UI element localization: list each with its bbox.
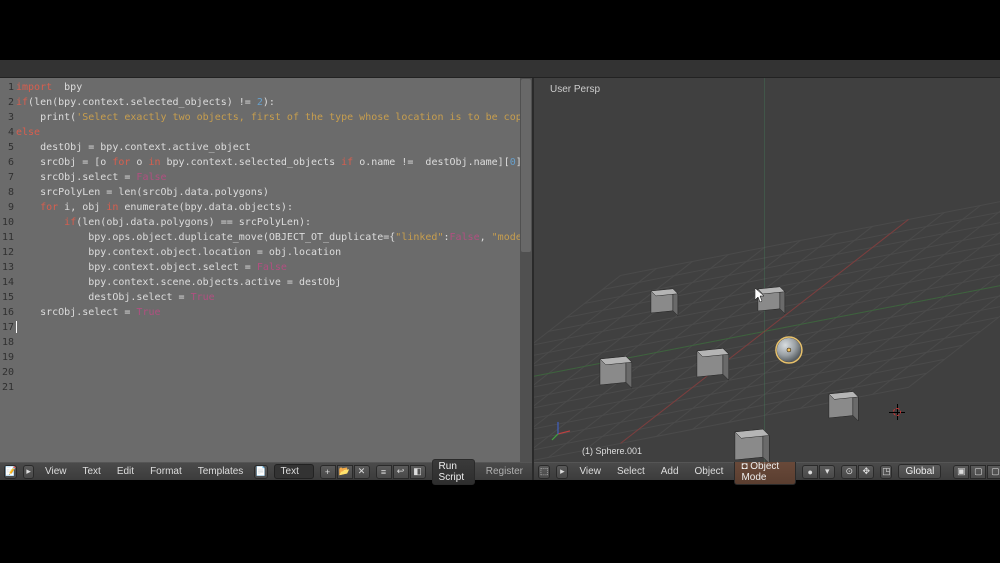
editor-type-3d-icon[interactable]: ⬚ (538, 465, 550, 479)
menu-templates[interactable]: Templates (193, 466, 249, 477)
text-editor-header: 📝 ▸ View Text Edit Format Templates 📄 Te… (0, 462, 532, 480)
line-numbers-toggle[interactable]: ≡ (376, 465, 392, 479)
expand-menus-icon[interactable]: ▸ (23, 465, 34, 479)
3d-viewport[interactable]: User Persp (1) Sphere.001 (534, 78, 1000, 462)
run-script-button[interactable]: Run Script (432, 459, 475, 485)
perspective-label: User Persp (550, 84, 600, 95)
layer-buttons: ▣ ▢ ▢ (953, 465, 1000, 479)
menu-3d-select[interactable]: Select (612, 466, 650, 477)
code-editor[interactable]: 123456789101112131415161718192021 import… (0, 78, 532, 462)
new-text-icon[interactable]: + (320, 465, 336, 479)
menu-text[interactable]: Text (77, 466, 105, 477)
line-number-gutter: 123456789101112131415161718192021 (0, 78, 16, 462)
editor-type-icon[interactable]: 📝 (4, 465, 17, 479)
shading-buttons: ● ▾ (802, 465, 835, 479)
menu-3d-object[interactable]: Object (690, 466, 729, 477)
word-wrap-toggle[interactable]: ↩ (393, 465, 409, 479)
menu-format[interactable]: Format (145, 466, 187, 477)
menu-3d-add[interactable]: Add (656, 466, 684, 477)
window-tab-bar (0, 60, 1000, 78)
shading-solid-icon[interactable]: ● (802, 465, 818, 479)
register-checkbox-label[interactable]: Register (481, 466, 528, 477)
3d-cursor-icon (889, 404, 905, 420)
menu-view[interactable]: View (40, 466, 72, 477)
display-toggles: ≡ ↩ ◧ (376, 465, 426, 479)
object-mode-icon: ◘ (741, 461, 750, 472)
viewport-canvas (534, 78, 1000, 462)
text-file-buttons: + 📂 ✕ (320, 465, 370, 479)
browse-text-icon[interactable]: 📄 (254, 465, 267, 479)
view3d-header: ⬚ ▸ View Select Add Object ◘ Object Mode… (534, 462, 1000, 480)
pivot-point-icon[interactable]: ⊙ (841, 465, 857, 479)
syntax-highlight-toggle[interactable]: ◧ (410, 465, 426, 479)
layer-1-icon[interactable]: ▣ (953, 465, 969, 479)
active-object-label: (1) Sphere.001 (582, 446, 642, 456)
orientation-selector[interactable]: Global (898, 464, 941, 479)
scrollbar-thumb[interactable] (521, 79, 531, 252)
open-text-icon[interactable]: 📂 (337, 465, 353, 479)
mode-selector[interactable]: ◘ Object Mode (734, 459, 796, 485)
text-editor-area: 123456789101112131415161718192021 import… (0, 78, 534, 480)
unlink-text-icon[interactable]: ✕ (354, 465, 370, 479)
layer-div-icon[interactable]: ▢ (987, 465, 1000, 479)
shading-menu-icon[interactable]: ▾ (819, 465, 835, 479)
view3d-area: User Persp (1) Sphere.001 ⬚ ▸ View Selec… (534, 78, 1000, 480)
expand-menus-3d-icon[interactable]: ▸ (556, 465, 568, 479)
pivot-buttons: ⊙ ✥ (841, 465, 874, 479)
script-name-field[interactable]: Text (274, 464, 314, 479)
manipulator-toggle-icon[interactable]: ◳ (880, 465, 892, 479)
code-content[interactable]: import bpyif(len(bpy.context.selected_ob… (16, 78, 532, 462)
menu-3d-view[interactable]: View (574, 466, 606, 477)
layer-2-icon[interactable]: ▢ (970, 465, 986, 479)
manipulator-icon[interactable]: ✥ (858, 465, 874, 479)
menu-edit[interactable]: Edit (112, 466, 139, 477)
vertical-scrollbar[interactable] (520, 78, 532, 462)
